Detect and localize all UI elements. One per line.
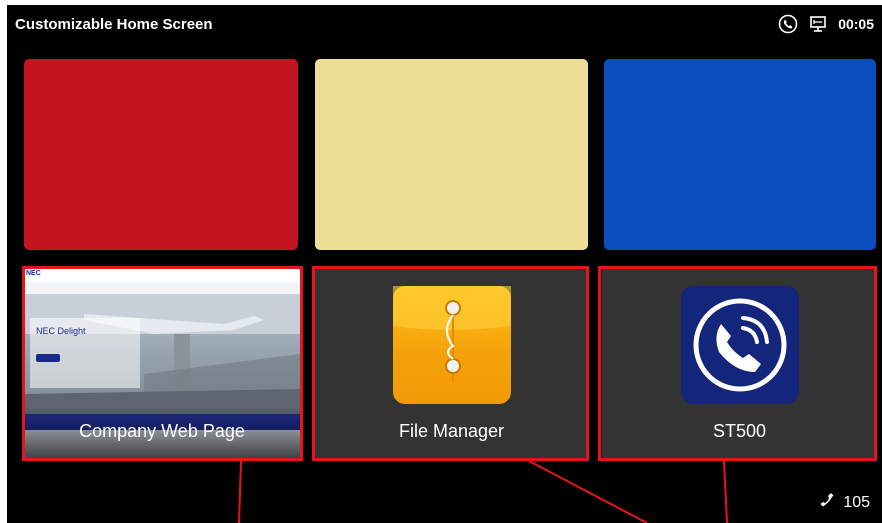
yellow-tile[interactable] (315, 59, 588, 250)
clock: 00:05 (838, 16, 874, 32)
file-manager-highlight (312, 266, 589, 461)
red-tile[interactable] (24, 59, 298, 250)
status-bar: Customizable Home Screen 00:05 (7, 5, 882, 45)
blue-tile[interactable] (604, 59, 876, 250)
status-indicators: 00:05 (778, 14, 874, 34)
handset-icon (819, 492, 835, 513)
st500-highlight (598, 266, 877, 461)
web-page-highlight (22, 266, 303, 461)
screen-title: Customizable Home Screen (15, 16, 213, 33)
extension-number: 105 (843, 493, 870, 511)
extension-indicator: 105 (819, 492, 870, 513)
network-icon (808, 14, 828, 34)
call-status-icon (778, 14, 798, 34)
